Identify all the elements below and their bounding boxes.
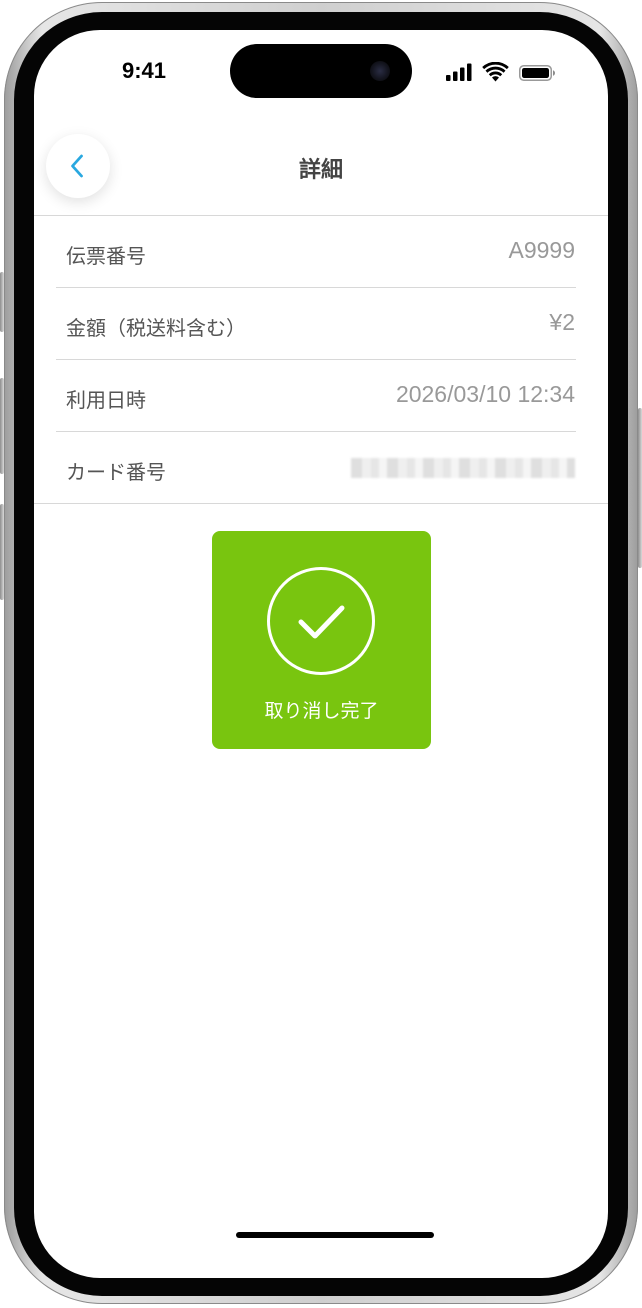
front-camera-icon <box>370 61 390 81</box>
battery-icon <box>519 65 555 81</box>
cancel-complete-label: 取り消し完了 <box>264 700 379 722</box>
status-time: 9:41 <box>121 58 167 83</box>
detail-row-usage-datetime: 利用日時 2026/03/10 12:34 <box>34 360 608 432</box>
cancel-complete-card: 取り消し完了 <box>212 531 431 749</box>
row-divider <box>34 503 608 504</box>
checkmark-circle-icon <box>267 567 375 675</box>
slip-number-label: 伝票番号 <box>66 244 146 268</box>
detail-row-card-number: カード番号 <box>34 432 608 504</box>
usage-datetime-value: 2026/03/10 12:34 <box>395 381 575 407</box>
detail-row-slip-number: 伝票番号 A9999 <box>34 216 608 288</box>
usage-datetime-label: 利用日時 <box>66 388 146 412</box>
detail-list: 伝票番号 A9999 金額（税送料含む） ¥2 利用日時 2026/03/10 … <box>34 216 608 504</box>
detail-row-amount: 金額（税送料含む） ¥2 <box>34 288 608 360</box>
dynamic-island <box>230 44 412 98</box>
page-title: 詳細 <box>298 158 343 183</box>
screen: 9:41 詳細 伝票番号 A9999 金額（税送料含む） ¥2 利用日時 202… <box>34 30 608 1278</box>
cellular-signal-icon <box>446 63 472 81</box>
amount-label: 金額（税送料含む） <box>66 316 246 340</box>
card-number-label: カード番号 <box>66 460 166 484</box>
amount-value: ¥2 <box>549 309 575 335</box>
home-indicator[interactable] <box>236 1232 434 1238</box>
wifi-icon <box>482 61 509 82</box>
card-number-masked-value <box>351 458 575 478</box>
slip-number-value: A9999 <box>508 237 575 263</box>
status-icons <box>446 61 562 82</box>
power-button <box>638 408 642 568</box>
checkmark-icon <box>298 605 345 639</box>
